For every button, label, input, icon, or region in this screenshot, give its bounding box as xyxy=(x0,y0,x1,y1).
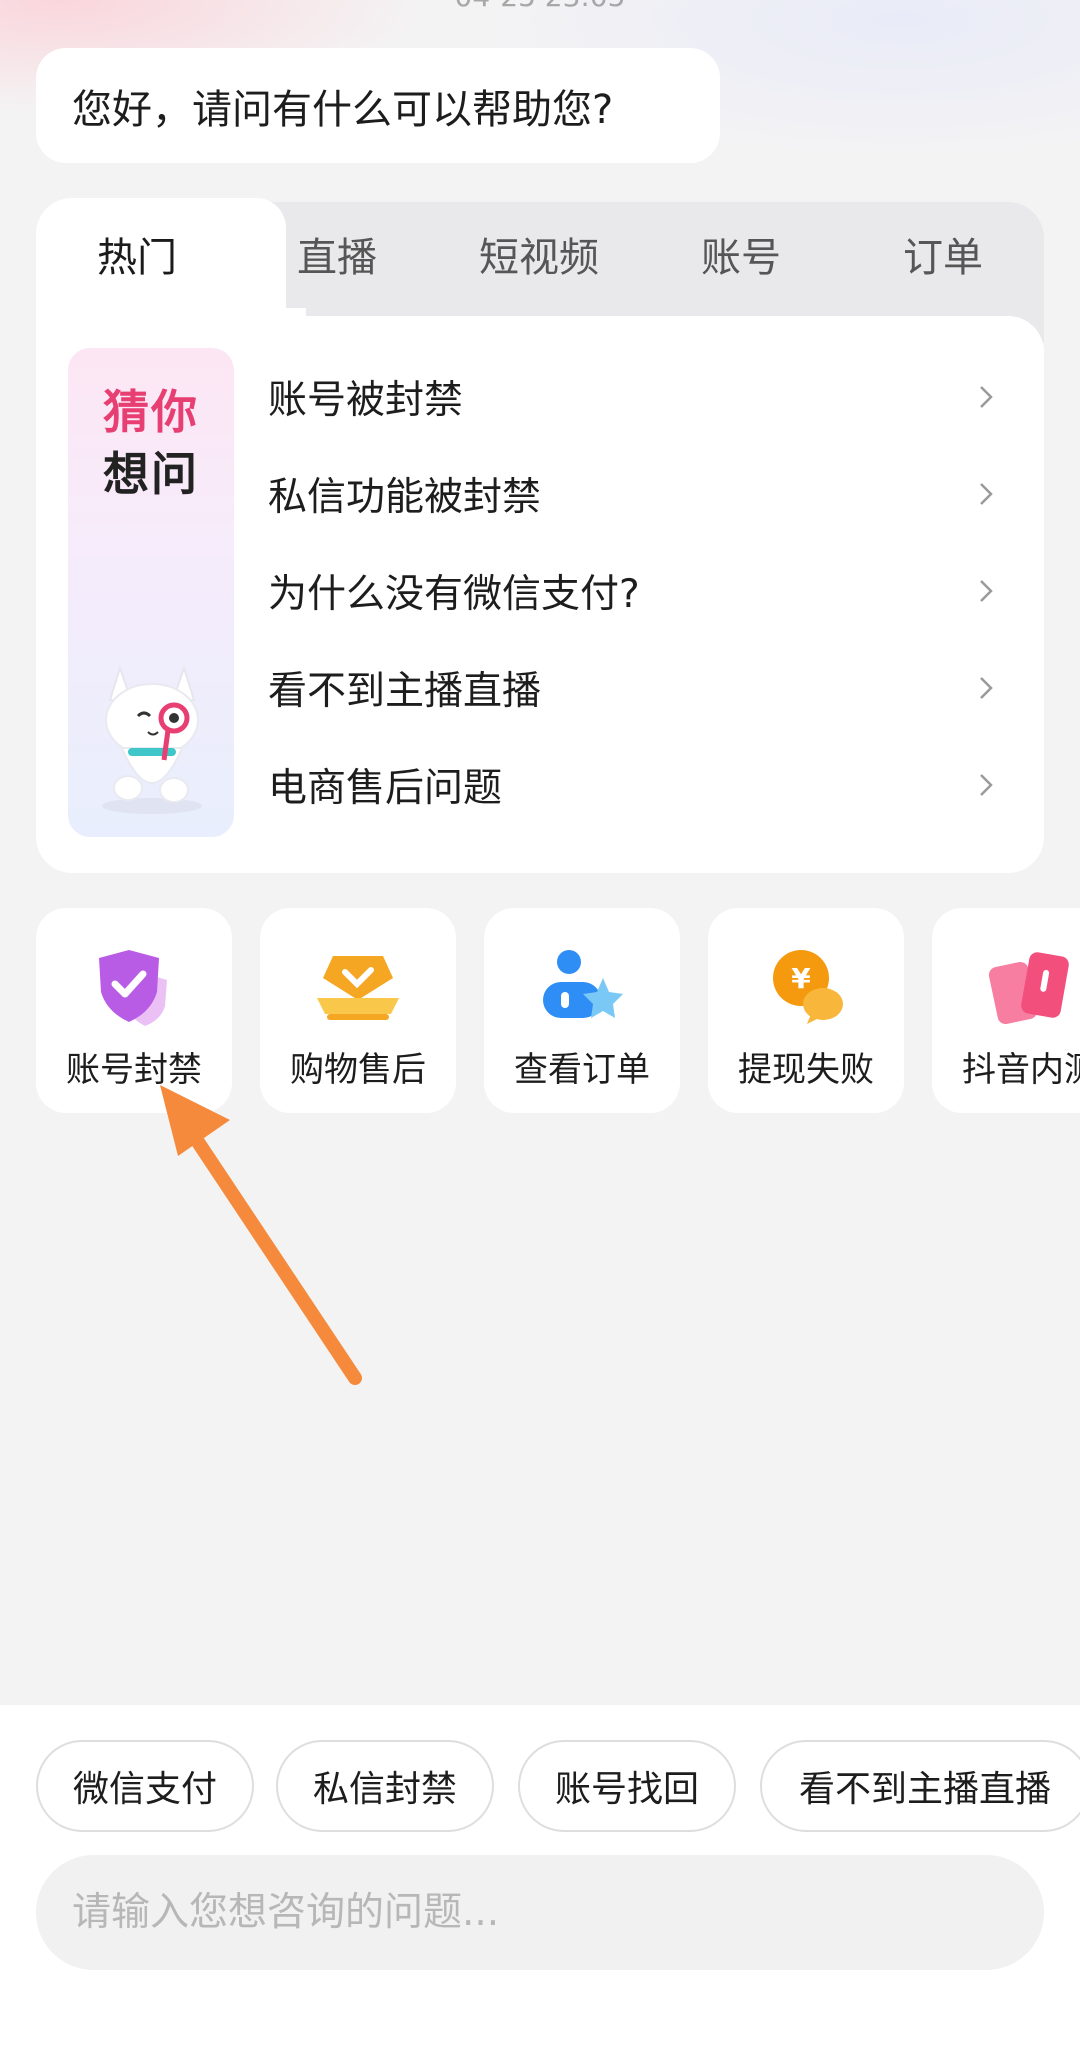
faq-item-label: 为什么没有微信支付? xyxy=(268,571,640,617)
chip-dm-banned[interactable]: 私信封禁 xyxy=(276,1740,494,1832)
quick-action-douyin-beta[interactable]: 抖音内测 xyxy=(932,908,1080,1113)
bottom-input-bar: 微信支付 私信封禁 账号找回 看不到主播直播 xyxy=(0,1705,1080,2051)
tab-hot[interactable]: 热门 xyxy=(36,228,238,288)
chip-wechat-pay[interactable]: 微信支付 xyxy=(36,1740,254,1832)
cat-mascot-icon xyxy=(102,664,202,814)
chevron-right-icon xyxy=(980,579,993,602)
chip-cannot-see-live[interactable]: 看不到主播直播 xyxy=(760,1740,1080,1832)
svg-text:¥: ¥ xyxy=(791,962,811,995)
phone-cards-icon xyxy=(988,952,1069,1025)
quick-action-label: 抖音内测 xyxy=(962,1050,1080,1090)
guess-you-ask-panel: 猜你 想问 xyxy=(68,348,234,837)
faq-item-no-wechat-pay[interactable]: 为什么没有微信支付? xyxy=(268,542,1028,639)
faq-item-cannot-see-live[interactable]: 看不到主播直播 xyxy=(268,639,1028,736)
greeting-text: 您好，请问有什么可以帮助您? xyxy=(72,86,614,133)
shopping-bag-icon xyxy=(317,956,399,1020)
faq-item-ecommerce-after-sales[interactable]: 电商售后问题 xyxy=(268,736,1028,833)
chevron-right-icon xyxy=(980,676,993,699)
faq-card: 热门 直播 短视频 账号 订单 猜你 想问 账号被封禁 私信功能被封禁 为什么没… xyxy=(36,198,1044,873)
faq-body: 猜你 想问 账号被封禁 私信功能被封禁 为什么没有微信支付? 看不到主播直播 电… xyxy=(36,316,1044,873)
chat-page: 04-25 23:05 您好，请问有什么可以帮助您? 热门 直播 短视频 账号 … xyxy=(0,0,1080,2051)
faq-item-label: 看不到主播直播 xyxy=(268,668,542,714)
orange-arrow-icon xyxy=(160,1085,362,1385)
faq-item-label: 私信功能被封禁 xyxy=(268,474,542,520)
shield-check-icon xyxy=(99,950,167,1026)
quick-action-withdraw-failed[interactable]: ¥ 提现失败 xyxy=(708,908,904,1113)
chevron-right-icon xyxy=(980,482,993,505)
message-timestamp: 04-25 23:05 xyxy=(0,0,1080,13)
quick-action-label: 查看订单 xyxy=(514,1050,650,1090)
faq-item-label: 账号被封禁 xyxy=(268,377,464,423)
tab-account[interactable]: 账号 xyxy=(640,228,842,288)
tab-order[interactable]: 订单 xyxy=(842,228,1044,288)
question-input[interactable] xyxy=(72,1890,1008,1935)
tab-short-video[interactable]: 短视频 xyxy=(438,228,640,288)
chevron-right-icon xyxy=(980,385,993,408)
quick-action-label: 提现失败 xyxy=(738,1050,874,1090)
yuan-coin-icon: ¥ xyxy=(773,950,843,1024)
faq-item-account-banned[interactable]: 账号被封禁 xyxy=(268,348,1028,445)
guess-title-line2: 想问 xyxy=(103,447,199,501)
guess-title-line1: 猜你 xyxy=(103,385,199,439)
tab-live[interactable]: 直播 xyxy=(236,228,438,288)
quick-action-view-orders[interactable]: 查看订单 xyxy=(484,908,680,1113)
faq-item-dm-banned[interactable]: 私信功能被封禁 xyxy=(268,445,1028,542)
chip-account-recovery[interactable]: 账号找回 xyxy=(518,1740,736,1832)
chevron-right-icon xyxy=(980,773,993,796)
faq-item-label: 电商售后问题 xyxy=(268,765,503,811)
greeting-bubble: 您好，请问有什么可以帮助您? xyxy=(36,48,720,163)
question-input-box[interactable] xyxy=(36,1855,1044,1970)
suggestion-chip-row: 微信支付 私信封禁 账号找回 看不到主播直播 xyxy=(36,1740,1080,1832)
user-order-icon xyxy=(543,950,623,1018)
faq-list: 账号被封禁 私信功能被封禁 为什么没有微信支付? 看不到主播直播 电商售后问题 xyxy=(268,348,1028,833)
